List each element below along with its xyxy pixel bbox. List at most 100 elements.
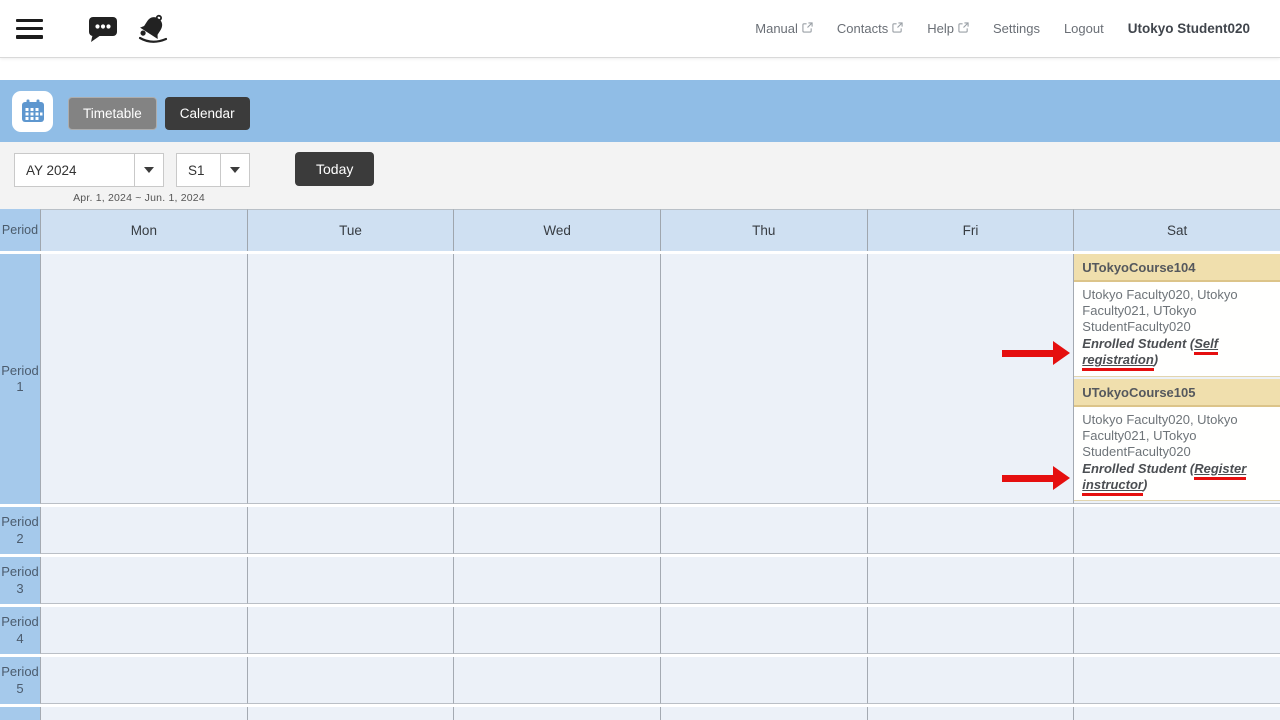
cell-thu-p5[interactable] (660, 657, 867, 704)
cell-fri-p1[interactable] (867, 254, 1074, 504)
today-button[interactable]: Today (295, 152, 374, 186)
period-1-label: Period1 (0, 254, 40, 504)
cell-tue-p4[interactable] (247, 607, 454, 654)
period-column-header: Period (0, 209, 40, 251)
timetable-header-row: Period Mon Tue Wed Thu Fri Sat (0, 209, 1280, 251)
cell-tue-p3[interactable] (247, 557, 454, 604)
course-instructors: Utokyo Faculty020, Utokyo Faculty021, UT… (1082, 412, 1237, 459)
cell-sat-p6[interactable] (1073, 707, 1280, 720)
period-6-label (0, 707, 40, 720)
course-card: UTokyoCourse104 Utokyo Faculty020, Utoky… (1074, 254, 1280, 377)
course-title[interactable]: UTokyoCourse104 (1074, 254, 1280, 282)
cell-mon-p4[interactable] (40, 607, 247, 654)
nav-settings[interactable]: Settings (993, 21, 1040, 36)
view-switch-bar: Timetable Calendar (0, 80, 1280, 142)
enrollment-status: Enrolled Student (Register instructor) (1082, 461, 1272, 493)
cell-tue-p5[interactable] (247, 657, 454, 704)
cell-thu-p4[interactable] (660, 607, 867, 654)
cell-mon-p1[interactable] (40, 254, 247, 504)
academic-year-select[interactable]: AY 2024 (14, 153, 164, 187)
period-3-row: Period3 (0, 557, 1280, 604)
date-range-label: Apr. 1, 2024 ~ Jun. 1, 2024 (14, 192, 264, 204)
cell-fri-p3[interactable] (867, 557, 1074, 604)
hamburger-menu-icon[interactable] (16, 19, 43, 39)
cell-sat-p4[interactable] (1073, 607, 1280, 654)
external-link-icon (958, 22, 969, 33)
nav-logout-label: Logout (1064, 21, 1104, 36)
cell-tue-p6[interactable] (247, 707, 454, 720)
cell-wed-p2[interactable] (453, 507, 660, 554)
timetable-tab-button[interactable]: Timetable (68, 97, 157, 130)
cell-mon-p6[interactable] (40, 707, 247, 720)
chat-icon[interactable] (85, 11, 121, 47)
cell-thu-p1[interactable] (660, 254, 867, 504)
external-link-icon (802, 22, 813, 33)
cell-sat-p5[interactable] (1073, 657, 1280, 704)
cell-tue-p2[interactable] (247, 507, 454, 554)
period-5-row: Period5 (0, 657, 1280, 704)
nav-contacts[interactable]: Contacts (837, 21, 903, 36)
cell-thu-p2[interactable] (660, 507, 867, 554)
cell-wed-p1[interactable] (453, 254, 660, 504)
cell-mon-p5[interactable] (40, 657, 247, 704)
cell-tue-p1[interactable] (247, 254, 454, 504)
logged-in-username: Utokyo Student020 (1128, 21, 1250, 36)
period-4-label: Period4 (0, 607, 40, 654)
day-header-tue: Tue (247, 209, 454, 251)
cell-wed-p3[interactable] (453, 557, 660, 604)
enrollment-suffix: ) (1154, 352, 1158, 367)
cell-wed-p4[interactable] (453, 607, 660, 654)
nav-manual[interactable]: Manual (755, 21, 813, 36)
nav-logout[interactable]: Logout (1064, 21, 1104, 36)
cell-fri-p5[interactable] (867, 657, 1074, 704)
cell-sat-p2[interactable] (1073, 507, 1280, 554)
top-navigation: Manual Contacts Help Settings (755, 21, 1280, 36)
cell-wed-p5[interactable] (453, 657, 660, 704)
period-5-label: Period5 (0, 657, 40, 704)
course-instructors: Utokyo Faculty020, Utokyo Faculty021, UT… (1082, 287, 1237, 334)
period-2-row: Period2 (0, 507, 1280, 554)
period-1-row: Period1 UTokyoCourse104 Utokyo Faculty02… (0, 254, 1280, 504)
nav-help[interactable]: Help (927, 21, 969, 36)
enrollment-suffix: ) (1143, 477, 1147, 492)
calendar-tab-button[interactable]: Calendar (165, 97, 250, 130)
cell-fri-p2[interactable] (867, 507, 1074, 554)
filter-bar: AY 2024 S1 Today Apr. 1, 2024 ~ Jun. 1, … (0, 142, 1280, 209)
day-header-wed: Wed (453, 209, 660, 251)
course-card: UTokyoCourse105 Utokyo Faculty020, Utoky… (1074, 379, 1280, 502)
cell-thu-p6[interactable] (660, 707, 867, 720)
day-header-sat: Sat (1073, 209, 1280, 251)
cell-mon-p2[interactable] (40, 507, 247, 554)
day-header-thu: Thu (660, 209, 867, 251)
chevron-down-icon (220, 154, 249, 186)
day-header-fri: Fri (867, 209, 1074, 251)
nav-help-label: Help (927, 21, 954, 36)
calendar-badge (12, 91, 53, 132)
day-header-mon: Mon (40, 209, 247, 251)
cell-mon-p3[interactable] (40, 557, 247, 604)
external-link-icon (892, 22, 903, 33)
app-header: Manual Contacts Help Settings (0, 0, 1280, 58)
period-6-row-partial (0, 707, 1280, 720)
enrollment-prefix: Enrolled Student ( (1082, 336, 1194, 351)
cell-fri-p6[interactable] (867, 707, 1074, 720)
nav-settings-label: Settings (993, 21, 1040, 36)
nav-manual-label: Manual (755, 21, 798, 36)
nav-contacts-label: Contacts (837, 21, 888, 36)
course-card-body: Utokyo Faculty020, Utokyo Faculty021, UT… (1074, 282, 1280, 376)
cell-wed-p6[interactable] (453, 707, 660, 720)
term-value: S1 (177, 154, 220, 186)
cell-sat-p3[interactable] (1073, 557, 1280, 604)
period-4-row: Period4 (0, 607, 1280, 654)
academic-year-value: AY 2024 (15, 154, 134, 186)
cell-sat-p1: UTokyoCourse104 Utokyo Faculty020, Utoky… (1073, 254, 1280, 504)
course-title[interactable]: UTokyoCourse105 (1074, 379, 1280, 407)
cell-fri-p4[interactable] (867, 607, 1074, 654)
calendar-icon (20, 98, 46, 124)
period-3-label: Period3 (0, 557, 40, 604)
enrollment-status: Enrolled Student (Self registration) (1082, 336, 1272, 368)
enrollment-prefix: Enrolled Student ( (1082, 461, 1194, 476)
cell-thu-p3[interactable] (660, 557, 867, 604)
term-select[interactable]: S1 (176, 153, 250, 187)
notification-bell-icon[interactable] (135, 11, 171, 47)
